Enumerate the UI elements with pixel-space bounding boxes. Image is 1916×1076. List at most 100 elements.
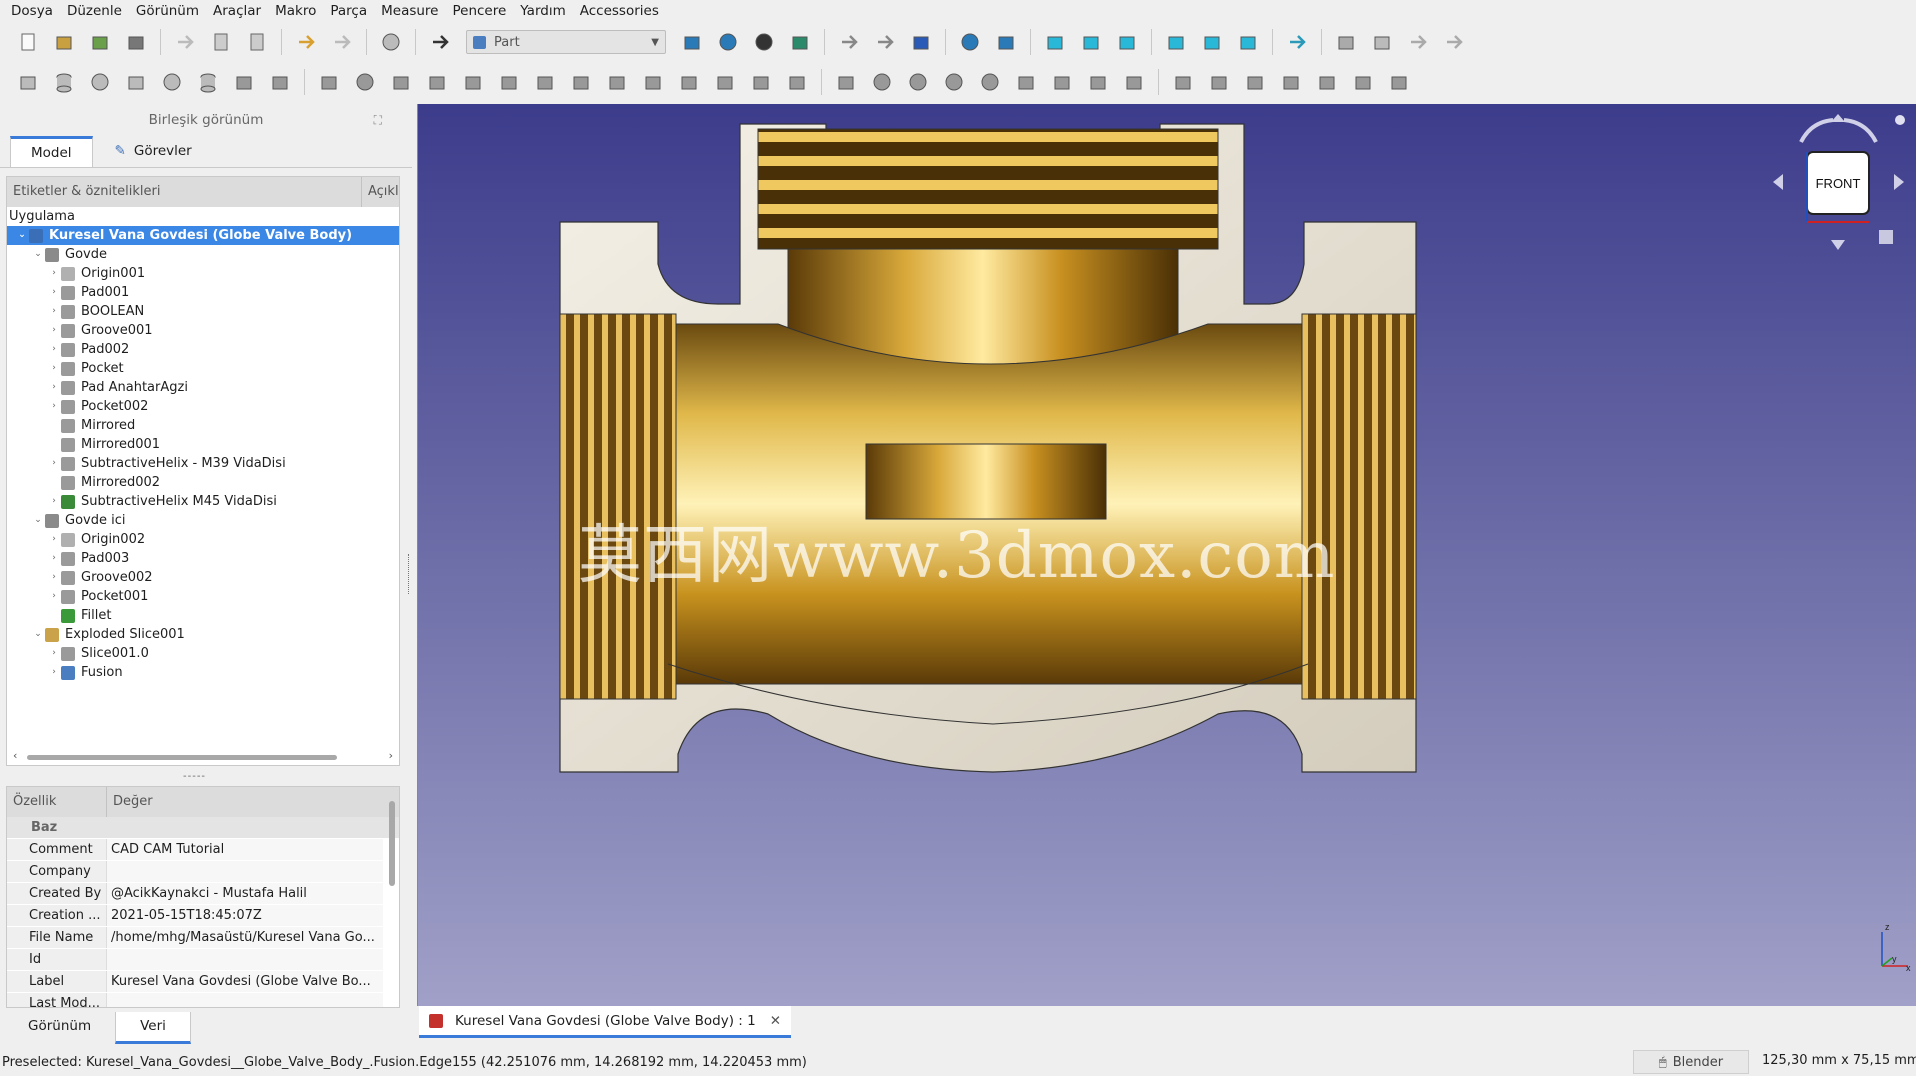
menu-parça[interactable]: Parça bbox=[323, 0, 374, 22]
chevron-right-icon[interactable]: › bbox=[47, 359, 61, 378]
torus-icon[interactable] bbox=[159, 69, 185, 95]
tree-item[interactable]: › Origin001 bbox=[7, 264, 399, 283]
props-scroll-thumb[interactable] bbox=[389, 801, 395, 886]
property-value[interactable]: /home/mhg/Masaüstü/Kuresel Vana Go... bbox=[107, 927, 383, 948]
tree-item[interactable]: ⌄ Kuresel Vana Govdesi (Globe Valve Body) bbox=[7, 226, 399, 245]
chevron-down-icon[interactable]: ⌄ bbox=[31, 511, 45, 530]
thickness-icon[interactable] bbox=[748, 69, 774, 95]
menu-görünüm[interactable]: Görünüm bbox=[129, 0, 206, 22]
cube-icon[interactable] bbox=[15, 69, 41, 95]
bottom-view-icon[interactable] bbox=[1199, 29, 1225, 55]
tree-item[interactable]: Mirrored002 bbox=[7, 473, 399, 492]
section-icon[interactable] bbox=[640, 69, 666, 95]
cut-icon[interactable] bbox=[172, 29, 198, 55]
primitives-icon[interactable] bbox=[231, 69, 257, 95]
paste-icon[interactable] bbox=[244, 29, 270, 55]
tree-item[interactable]: ⌄ Exploded Slice001 bbox=[7, 625, 399, 644]
isometric-icon[interactable] bbox=[993, 29, 1019, 55]
tree-item[interactable]: › Fusion bbox=[7, 663, 399, 682]
workbench-selector[interactable]: Part ▼ bbox=[466, 30, 666, 54]
chevron-right-icon[interactable]: › bbox=[47, 549, 61, 568]
3d-viewport[interactable]: 莫西网www.3dmox.com FRONT z y x bbox=[417, 104, 1916, 1006]
tree-item[interactable]: Mirrored bbox=[7, 416, 399, 435]
fit-all-icon[interactable] bbox=[679, 29, 705, 55]
chamfer-icon[interactable] bbox=[460, 69, 486, 95]
chevron-right-icon[interactable]: › bbox=[47, 340, 61, 359]
tree-item[interactable]: › Pad003 bbox=[7, 549, 399, 568]
extrude-icon[interactable] bbox=[316, 69, 342, 95]
rear-view-icon[interactable] bbox=[1163, 29, 1189, 55]
defeaturing-icon[interactable] bbox=[1121, 69, 1147, 95]
link-icon[interactable] bbox=[1405, 29, 1431, 55]
offset-icon[interactable] bbox=[712, 69, 738, 95]
tab-view[interactable]: Görünüm bbox=[4, 1012, 115, 1044]
measure-linear-icon[interactable] bbox=[1170, 69, 1196, 95]
boolean-icon[interactable] bbox=[869, 69, 895, 95]
menu-yardım[interactable]: Yardım bbox=[513, 0, 572, 22]
property-value[interactable] bbox=[107, 993, 383, 1007]
projection-icon[interactable] bbox=[784, 69, 810, 95]
measure-icon[interactable] bbox=[1284, 29, 1310, 55]
tree-item[interactable]: Fillet bbox=[7, 606, 399, 625]
menu-düzenle[interactable]: Düzenle bbox=[60, 0, 129, 22]
draw-style-icon[interactable] bbox=[751, 29, 777, 55]
menu-dosya[interactable]: Dosya bbox=[4, 0, 60, 22]
part-icon[interactable] bbox=[1333, 29, 1359, 55]
tree-item[interactable]: ⌄ Govde ici bbox=[7, 511, 399, 530]
menu-araçlar[interactable]: Araçlar bbox=[206, 0, 268, 22]
property-value[interactable]: Kuresel Vana Govdesi (Globe Valve Bo... bbox=[107, 971, 383, 992]
front-view-icon[interactable] bbox=[1042, 29, 1068, 55]
chevron-right-icon[interactable]: › bbox=[47, 321, 61, 340]
tree-item[interactable]: ⌄ Govde bbox=[7, 245, 399, 264]
print-icon[interactable] bbox=[123, 29, 149, 55]
left-view-icon[interactable] bbox=[1235, 29, 1261, 55]
fillet-icon[interactable] bbox=[424, 69, 450, 95]
property-value[interactable] bbox=[107, 949, 383, 970]
common-icon[interactable] bbox=[977, 69, 1003, 95]
fit-selection-icon[interactable] bbox=[715, 29, 741, 55]
chevron-right-icon[interactable]: › bbox=[47, 492, 61, 511]
mirror-icon[interactable] bbox=[388, 69, 414, 95]
property-value[interactable]: 2021-05-15T18:45:07Z bbox=[107, 905, 383, 926]
chevron-right-icon[interactable]: › bbox=[47, 302, 61, 321]
scroll-left-icon[interactable]: ‹ bbox=[13, 749, 17, 762]
vertical-splitter[interactable] bbox=[408, 554, 411, 594]
props-group[interactable]: Baz bbox=[7, 817, 399, 839]
forward-icon[interactable] bbox=[872, 29, 898, 55]
chevron-right-icon[interactable]: › bbox=[47, 568, 61, 587]
close-icon[interactable]: ✕ bbox=[770, 1013, 781, 1029]
loft-icon[interactable] bbox=[568, 69, 594, 95]
sphere-icon[interactable] bbox=[87, 69, 113, 95]
model-tree[interactable]: Etiketler & öznitelikleri Açıkl Uygulama… bbox=[6, 176, 400, 766]
top-view-icon[interactable] bbox=[1078, 29, 1104, 55]
tube-icon[interactable] bbox=[195, 69, 221, 95]
tree-item[interactable]: › SubtractiveHelix - M39 VidaDisi bbox=[7, 454, 399, 473]
property-row[interactable]: Comment CAD CAM Tutorial bbox=[7, 839, 399, 861]
panel-splitter[interactable]: ----- bbox=[183, 771, 206, 782]
link-actions-icon[interactable] bbox=[1441, 29, 1467, 55]
doc-tab[interactable]: Kuresel Vana Govdesi (Globe Valve Body) … bbox=[419, 1006, 791, 1038]
whats-this-icon[interactable] bbox=[427, 29, 453, 55]
tree-item[interactable]: › Pad AnahtarAgzi bbox=[7, 378, 399, 397]
sync-view-icon[interactable] bbox=[908, 29, 934, 55]
tree-item[interactable]: › SubtractiveHelix M45 VidaDisi bbox=[7, 492, 399, 511]
new-file-icon[interactable] bbox=[15, 29, 41, 55]
check-geometry-icon[interactable] bbox=[1085, 69, 1111, 95]
split-icon[interactable] bbox=[1049, 69, 1075, 95]
tab-model[interactable]: Model bbox=[10, 136, 93, 167]
tab-data[interactable]: Veri bbox=[115, 1012, 191, 1044]
tree-col-description[interactable]: Açıkl bbox=[362, 177, 399, 207]
copy-icon[interactable] bbox=[208, 29, 234, 55]
menu-pencere[interactable]: Pencere bbox=[445, 0, 513, 22]
property-row[interactable]: Company bbox=[7, 861, 399, 883]
property-row[interactable]: Last Mod... bbox=[7, 993, 399, 1007]
tree-horizontal-scrollbar[interactable]: ‹ › bbox=[13, 749, 393, 763]
back-icon[interactable] bbox=[836, 29, 862, 55]
tree-item[interactable]: › Origin002 bbox=[7, 530, 399, 549]
chevron-right-icon[interactable]: › bbox=[47, 264, 61, 283]
chevron-right-icon[interactable]: › bbox=[47, 644, 61, 663]
property-row[interactable]: File Name/home/mhg/Masaüstü/Kuresel Vana… bbox=[7, 927, 399, 949]
menu-makro[interactable]: Makro bbox=[268, 0, 323, 22]
chevron-right-icon[interactable]: › bbox=[47, 378, 61, 397]
measure-delta-icon[interactable] bbox=[1386, 69, 1412, 95]
